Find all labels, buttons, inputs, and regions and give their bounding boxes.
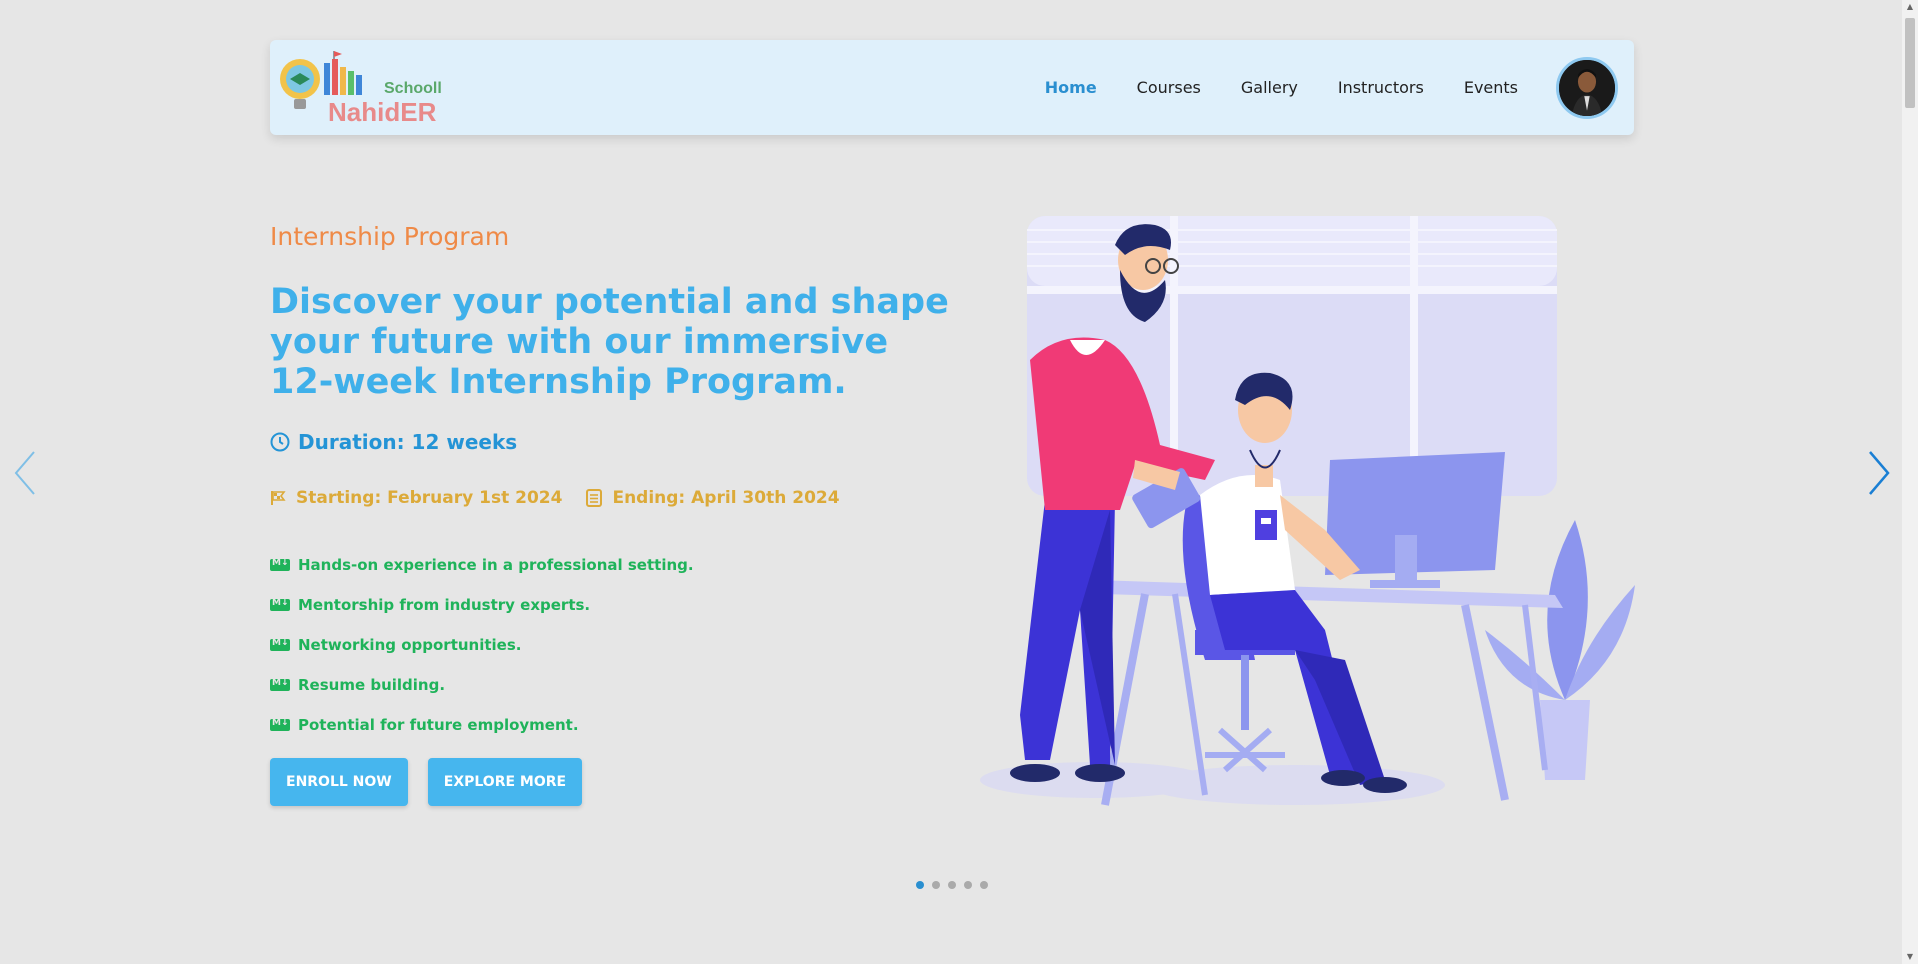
markdown-icon bbox=[270, 678, 290, 691]
nav-right: Home Courses Gallery Instructors Events bbox=[1045, 56, 1618, 119]
calendar-list-icon bbox=[586, 489, 603, 507]
logo-text-bottom: NahidER bbox=[328, 97, 437, 127]
hero-headline: Discover your potential and shape your f… bbox=[270, 282, 949, 402]
carousel-dot-5[interactable] bbox=[980, 881, 988, 889]
carousel-dot-1[interactable] bbox=[916, 881, 924, 889]
feature-text: Hands-on experience in a professional se… bbox=[298, 556, 694, 574]
logo-text-top: Schooll bbox=[384, 80, 442, 97]
nav-home[interactable]: Home bbox=[1045, 78, 1097, 97]
clock-icon bbox=[270, 432, 290, 452]
user-avatar[interactable] bbox=[1556, 56, 1618, 119]
list-item: Hands-on experience in a professional se… bbox=[270, 545, 694, 585]
feature-text: Mentorship from industry experts. bbox=[298, 596, 591, 614]
program-dates: Starting: February 1st 2024 Ending: Apri… bbox=[270, 488, 840, 508]
carousel-indicators bbox=[916, 881, 988, 889]
markdown-icon bbox=[270, 718, 290, 731]
list-item: Networking opportunities. bbox=[270, 625, 694, 665]
carousel-prev-arrow-icon[interactable] bbox=[10, 448, 40, 498]
feature-text: Potential for future employment. bbox=[298, 716, 579, 734]
scroll-up-arrow-icon[interactable]: ▲ bbox=[1905, 2, 1915, 12]
enroll-now-button[interactable]: ENROLL NOW bbox=[270, 758, 408, 806]
carousel-dot-2[interactable] bbox=[932, 881, 940, 889]
list-item: Mentorship from industry experts. bbox=[270, 585, 694, 625]
hero-buttons: ENROLL NOW EXPLORE MORE bbox=[270, 758, 583, 806]
start-date-text: Starting: February 1st 2024 bbox=[296, 488, 563, 508]
end-date-text: Ending: April 30th 2024 bbox=[612, 488, 840, 508]
navbar: Schooll NahidER Home Courses Gallery Ins… bbox=[270, 40, 1634, 135]
nav-instructors[interactable]: Instructors bbox=[1338, 78, 1424, 97]
nav-gallery[interactable]: Gallery bbox=[1241, 78, 1298, 97]
feature-list: Hands-on experience in a professional se… bbox=[270, 545, 694, 745]
carousel-dot-3[interactable] bbox=[948, 881, 956, 889]
scroll-thumb[interactable] bbox=[1905, 18, 1915, 108]
hero-eyebrow: Internship Program bbox=[270, 222, 510, 251]
flag-icon bbox=[271, 491, 286, 505]
main-nav: Home Courses Gallery Instructors Events bbox=[1045, 78, 1518, 97]
duration: Duration: 12 weeks bbox=[270, 430, 517, 454]
explore-more-button[interactable]: EXPLORE MORE bbox=[427, 758, 583, 806]
carousel-next-arrow-icon[interactable] bbox=[1864, 448, 1894, 498]
start-date: Starting: February 1st 2024 bbox=[270, 488, 562, 508]
scroll-down-arrow-icon[interactable]: ▼ bbox=[1905, 952, 1915, 962]
end-date: Ending: April 30th 2024 bbox=[586, 488, 840, 508]
nav-events[interactable]: Events bbox=[1464, 78, 1518, 97]
nav-courses[interactable]: Courses bbox=[1137, 78, 1201, 97]
feature-text: Networking opportunities. bbox=[298, 636, 522, 654]
school-logo[interactable]: Schooll NahidER bbox=[276, 49, 451, 127]
markdown-icon bbox=[270, 638, 290, 651]
page-scrollbar[interactable]: ▲ ▼ bbox=[1902, 0, 1918, 964]
feature-text: Resume building. bbox=[298, 676, 446, 694]
carousel-dot-4[interactable] bbox=[964, 881, 972, 889]
hero-illustration bbox=[980, 216, 1635, 806]
list-item: Potential for future employment. bbox=[270, 705, 694, 745]
list-item: Resume building. bbox=[270, 665, 694, 705]
markdown-icon bbox=[270, 598, 290, 611]
duration-text: Duration: 12 weeks bbox=[298, 430, 518, 454]
markdown-icon bbox=[270, 558, 290, 571]
